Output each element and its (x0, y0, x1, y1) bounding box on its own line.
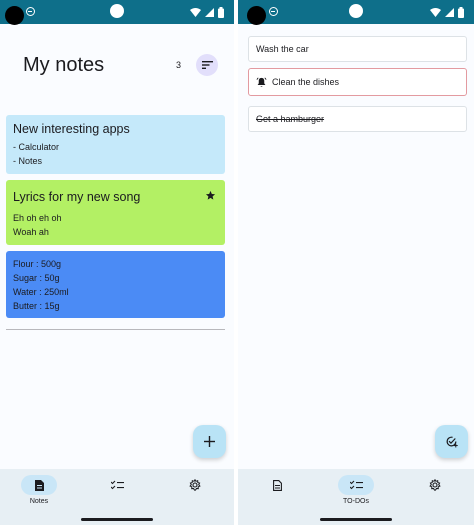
do-not-disturb-icon (269, 7, 278, 16)
nav-item-todos[interactable] (78, 469, 156, 513)
gesture-handle[interactable] (81, 518, 153, 521)
note-line: Flour : 500g (13, 259, 62, 269)
todo-item-wash-car[interactable]: Wash the car (248, 36, 467, 62)
checklist-icon (349, 480, 363, 490)
note-line: Eh oh eh oh (13, 213, 62, 223)
nav-item-notes[interactable]: Notes (0, 469, 78, 513)
bell-icon (256, 77, 267, 88)
todo-text: Get a hamburger (256, 114, 325, 124)
note-card-lyrics[interactable]: Lyrics for my new song Eh oh eh oh Woah … (6, 180, 225, 245)
note-icon (34, 479, 44, 491)
bottom-navigation: Notes (0, 469, 234, 513)
note-title: New interesting apps (13, 122, 130, 136)
add-todo-button[interactable] (435, 425, 468, 458)
nav-label: Notes (29, 498, 49, 505)
gear-icon (428, 479, 441, 491)
checklist-icon (110, 480, 124, 490)
signal-icon (445, 7, 454, 17)
note-line: - Notes (13, 156, 43, 166)
note-card-apps[interactable]: New interesting apps - Calculator - Note… (6, 115, 225, 174)
nav-item-settings[interactable] (156, 469, 234, 513)
status-icons (190, 5, 224, 19)
signal-icon (205, 7, 214, 17)
battery-icon (218, 6, 224, 18)
nav-pill (177, 475, 213, 495)
note-title: Lyrics for my new song (13, 190, 141, 204)
battery-icon (458, 6, 464, 18)
todo-text: Wash the car (256, 44, 309, 54)
sort-button[interactable] (196, 54, 218, 76)
note-line: Sugar : 50g (13, 273, 60, 283)
note-line: Butter : 15g (13, 301, 60, 311)
status-icons (430, 5, 464, 19)
gesture-area (0, 513, 234, 525)
todos-screen: Wash the car Clean the dishes Get a hamb… (238, 0, 474, 525)
nav-pill (259, 475, 295, 495)
notes-count: 3 (176, 60, 182, 70)
sort-icon (201, 61, 213, 69)
nav-pill (417, 475, 453, 495)
bottom-navigation: TO-DOs (238, 469, 474, 513)
nav-pill (99, 475, 135, 495)
page-title: My notes (23, 54, 105, 76)
list-divider (6, 329, 225, 330)
wifi-icon (190, 7, 201, 17)
note-icon (272, 479, 282, 491)
add-task-icon (446, 436, 458, 448)
add-note-button[interactable] (193, 425, 226, 458)
todo-text: Clean the dishes (272, 77, 340, 87)
gesture-area (238, 513, 474, 525)
gesture-handle[interactable] (320, 518, 392, 521)
camera-cutout (5, 6, 24, 25)
nav-item-todos[interactable]: TO-DOs (317, 469, 396, 513)
status-bar (238, 0, 474, 25)
plus-icon (204, 436, 215, 447)
note-line: Water : 250ml (13, 287, 69, 297)
status-indicator-dot (110, 4, 124, 18)
star-icon[interactable] (205, 190, 216, 201)
status-bar (0, 0, 234, 25)
todo-item-dishes[interactable]: Clean the dishes (248, 68, 467, 96)
nav-pill (21, 475, 57, 495)
status-indicator-dot (349, 4, 363, 18)
nav-item-settings[interactable] (395, 469, 474, 513)
notes-screen: My notes 3 New interesting apps - Calcul… (0, 0, 234, 525)
camera-cutout (247, 6, 266, 25)
note-line: Woah ah (13, 227, 49, 237)
note-card-recipe[interactable]: Flour : 500g Sugar : 50g Water : 250ml B… (6, 251, 225, 318)
do-not-disturb-icon (26, 7, 35, 16)
wifi-icon (430, 7, 441, 17)
gear-icon (189, 479, 201, 491)
todo-item-hamburger[interactable]: Get a hamburger (248, 106, 467, 132)
nav-label: TO-DOs (343, 498, 369, 505)
note-line: - Calculator (13, 142, 60, 152)
nav-pill (338, 475, 374, 495)
nav-item-notes[interactable] (238, 469, 317, 513)
